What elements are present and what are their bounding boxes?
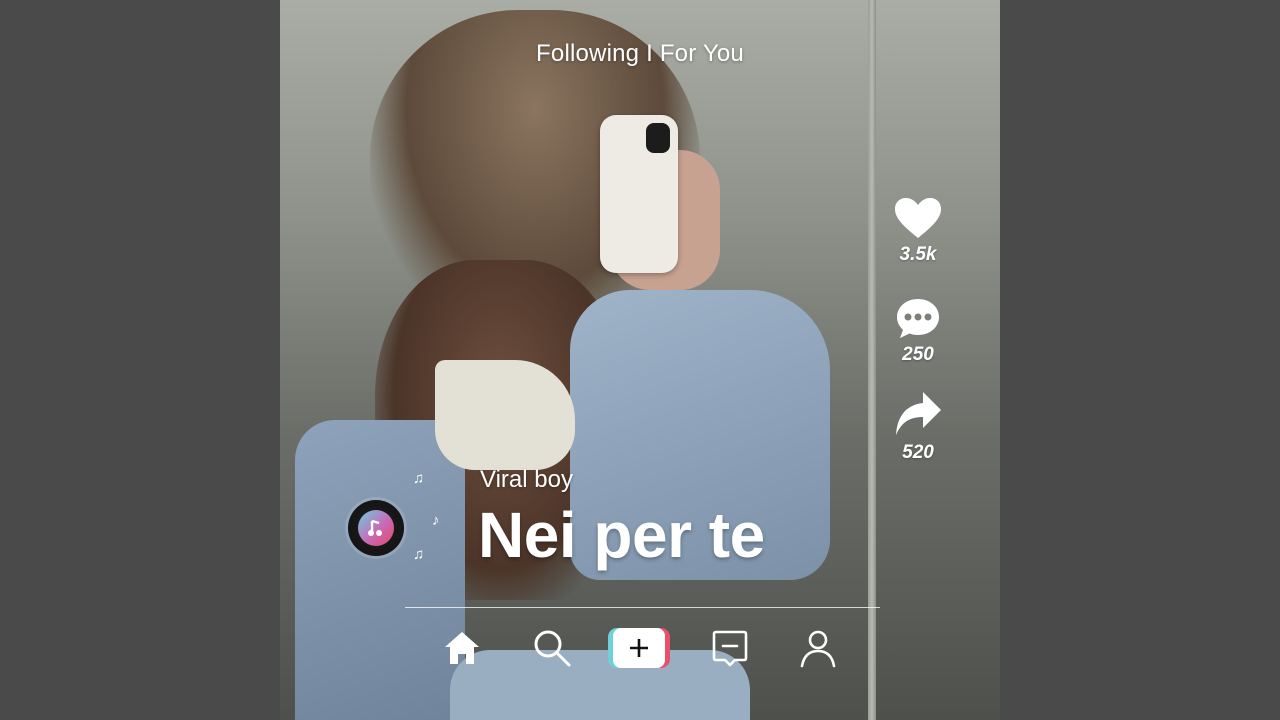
nav-inbox[interactable] [708, 624, 752, 672]
comment-icon [897, 299, 939, 338]
music-note-icon: ♫ [413, 546, 425, 563]
home-icon [445, 632, 479, 664]
top-garment [435, 360, 575, 470]
nav-home[interactable] [440, 624, 484, 672]
comment-button[interactable]: 250 [888, 296, 948, 366]
nav-search[interactable] [530, 624, 574, 672]
search-icon [534, 630, 571, 667]
shirt-left [295, 420, 465, 720]
create-button[interactable] [608, 628, 670, 668]
nav-divider [405, 607, 880, 608]
nav-create[interactable] [607, 624, 671, 672]
like-count: 3.5k [899, 244, 937, 265]
wall-edge [868, 0, 876, 720]
create-button-face [613, 628, 665, 668]
comment-count: 250 [902, 344, 934, 365]
music-note-icon: ♪ [432, 512, 440, 529]
music-note-icon: ♫ [413, 470, 425, 487]
feed-tabs[interactable]: Following I For You [280, 40, 1000, 68]
camera-lens [646, 123, 670, 153]
song-title: Nei per te [478, 499, 765, 571]
pants [450, 650, 750, 720]
profile-icon [800, 630, 836, 668]
share-button[interactable]: 520 [888, 390, 948, 464]
heart-icon [895, 198, 941, 238]
inbox-icon [712, 630, 748, 667]
phone-prop [600, 115, 678, 273]
music-note-icon [368, 519, 382, 536]
like-button[interactable]: 3.5k [888, 196, 948, 266]
video-feed-screen: Following I For You 3.5k 250 520 ♫ ♪ ♫ V… [280, 0, 1000, 720]
music-disc-label [358, 510, 394, 546]
artist-name[interactable]: Viral boy [480, 466, 573, 494]
share-count: 520 [902, 442, 934, 463]
plus-icon [630, 639, 648, 657]
music-disc[interactable] [348, 500, 404, 556]
share-icon [896, 392, 941, 435]
nav-profile[interactable] [796, 624, 840, 672]
